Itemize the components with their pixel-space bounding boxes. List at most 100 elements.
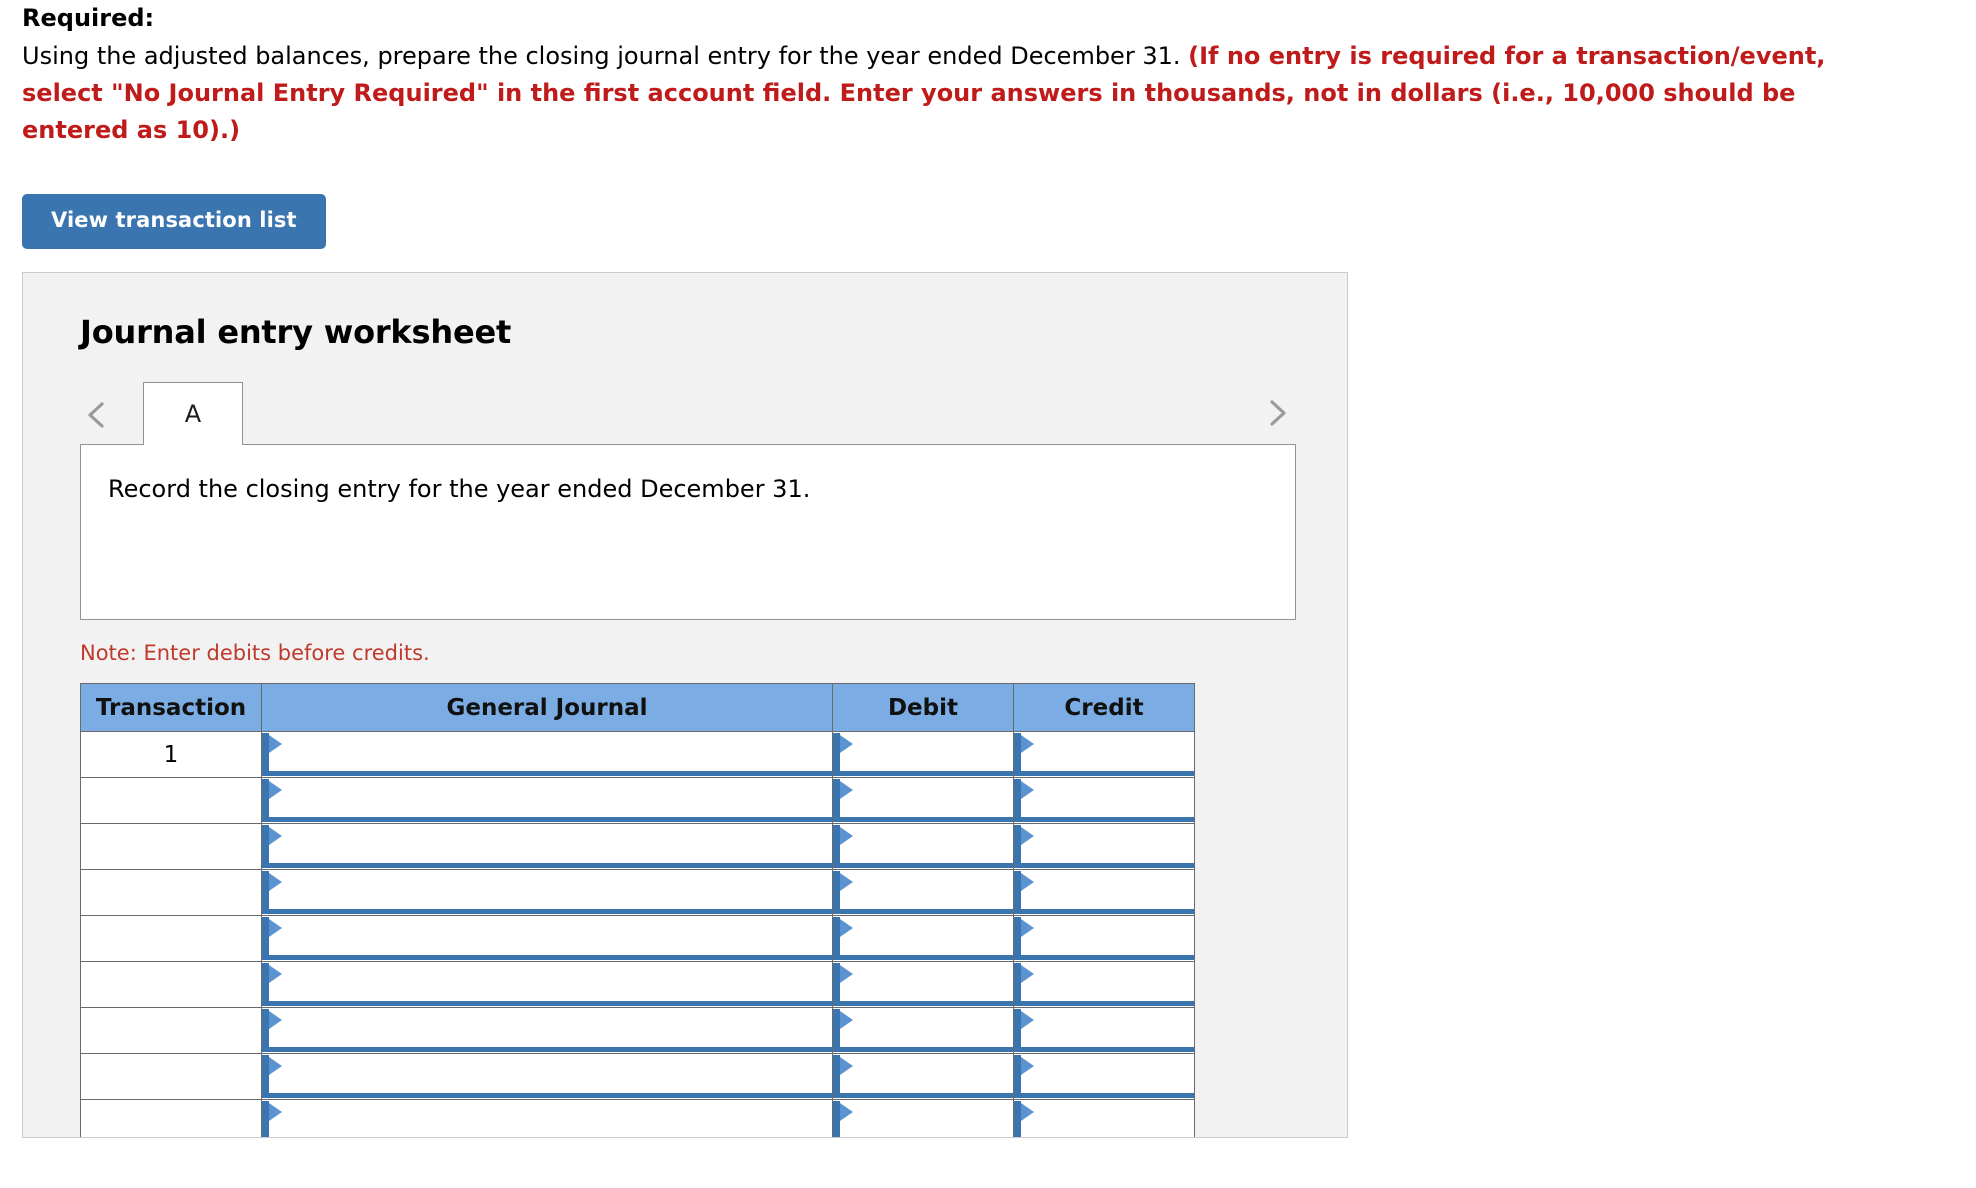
debit-input-value — [840, 825, 1013, 832]
table-row — [80, 869, 1195, 916]
dropdown-caret-icon — [269, 965, 282, 983]
cell-transaction-number — [80, 1007, 262, 1054]
chevron-right-icon[interactable] — [1260, 396, 1294, 430]
credit-input-value — [1021, 1101, 1194, 1108]
dropdown-caret-icon — [269, 1057, 282, 1075]
debit-input[interactable] — [833, 779, 1013, 822]
dropdown-caret-icon — [269, 827, 282, 845]
debit-input[interactable] — [833, 871, 1013, 914]
table-row — [80, 961, 1195, 1008]
credit-input[interactable] — [1014, 733, 1194, 776]
dropdown-caret-icon — [1021, 873, 1034, 891]
account-select[interactable] — [262, 963, 832, 1006]
journal-table-wrapper: Transaction General Journal Debit Credit… — [80, 683, 1195, 1137]
credit-input[interactable] — [1014, 1055, 1194, 1098]
credit-input[interactable] — [1014, 1101, 1194, 1137]
column-header-general-journal: General Journal — [261, 683, 833, 732]
account-select[interactable] — [262, 733, 832, 776]
debit-input-value — [840, 871, 1013, 878]
cell-account-select-container — [261, 869, 833, 916]
credit-input-value — [1021, 917, 1194, 924]
debit-input[interactable] — [833, 733, 1013, 776]
prompt-body-black: Using the adjusted balances, prepare the… — [22, 42, 1181, 70]
journal-table-header-row: Transaction General Journal Debit Credit — [80, 683, 1195, 732]
account-select-value — [269, 779, 832, 786]
account-select-value — [269, 871, 832, 878]
debit-input[interactable] — [833, 917, 1013, 960]
dropdown-caret-icon — [1021, 827, 1034, 845]
dropdown-caret-icon — [1021, 781, 1034, 799]
dropdown-caret-icon — [840, 827, 853, 845]
cell-credit-input-container — [1013, 1053, 1195, 1100]
dropdown-caret-icon — [840, 735, 853, 753]
cell-account-select-container — [261, 1099, 833, 1137]
column-header-credit: Credit — [1013, 683, 1195, 732]
credit-input[interactable] — [1014, 871, 1194, 914]
journal-entry-table: Transaction General Journal Debit Credit… — [80, 683, 1195, 1137]
debit-input[interactable] — [833, 825, 1013, 868]
account-select[interactable] — [262, 917, 832, 960]
dropdown-caret-icon — [1021, 919, 1034, 937]
account-select-value — [269, 825, 832, 832]
credit-input[interactable] — [1014, 779, 1194, 822]
dropdown-caret-icon — [840, 1103, 853, 1121]
dropdown-caret-icon — [1021, 965, 1034, 983]
table-row — [80, 823, 1195, 870]
credit-input-value — [1021, 733, 1194, 740]
cell-credit-input-container — [1013, 777, 1195, 824]
dropdown-caret-icon — [840, 1057, 853, 1075]
dropdown-caret-icon — [840, 965, 853, 983]
credit-input-value — [1021, 779, 1194, 786]
debit-input[interactable] — [833, 1055, 1013, 1098]
worksheet-tabstrip: A — [80, 382, 1296, 445]
account-select[interactable] — [262, 871, 832, 914]
debit-input-value — [840, 963, 1013, 970]
prompt-body: Using the adjusted balances, prepare the… — [22, 36, 1902, 149]
account-select-value — [269, 963, 832, 970]
debit-input[interactable] — [833, 1101, 1013, 1137]
credit-input-value — [1021, 825, 1194, 832]
debit-input-value — [840, 779, 1013, 786]
dropdown-caret-icon — [269, 919, 282, 937]
debit-input-value — [840, 1101, 1013, 1108]
cell-account-select-container — [261, 777, 833, 824]
debit-input[interactable] — [833, 963, 1013, 1006]
account-select[interactable] — [262, 1101, 832, 1137]
credit-input[interactable] — [1014, 963, 1194, 1006]
account-select[interactable] — [262, 825, 832, 868]
dropdown-caret-icon — [269, 873, 282, 891]
cell-account-select-container — [261, 1053, 833, 1100]
cell-credit-input-container — [1013, 915, 1195, 962]
cell-credit-input-container — [1013, 869, 1195, 916]
dropdown-caret-icon — [840, 781, 853, 799]
cell-account-select-container — [261, 961, 833, 1008]
account-select[interactable] — [262, 779, 832, 822]
dropdown-caret-icon — [269, 1103, 282, 1121]
tab-a[interactable]: A — [143, 382, 243, 445]
account-select[interactable] — [262, 1009, 832, 1052]
table-row — [80, 915, 1195, 962]
credit-input[interactable] — [1014, 917, 1194, 960]
credit-input-value — [1021, 1009, 1194, 1016]
journal-table-head: Transaction General Journal Debit Credit — [80, 683, 1195, 732]
cell-transaction-number — [80, 869, 262, 916]
worksheet-title: Journal entry worksheet — [80, 313, 512, 351]
cell-transaction-number — [80, 961, 262, 1008]
dropdown-caret-icon — [840, 873, 853, 891]
cell-transaction-number — [80, 1099, 262, 1137]
tab-a-label: A — [184, 400, 202, 428]
credit-input[interactable] — [1014, 1009, 1194, 1052]
debit-input[interactable] — [833, 1009, 1013, 1052]
chevron-left-icon[interactable] — [80, 398, 114, 432]
dropdown-caret-icon — [1021, 1057, 1034, 1075]
view-transaction-list-button[interactable]: View transaction list — [22, 194, 326, 249]
dropdown-caret-icon — [1021, 735, 1034, 753]
credit-input-value — [1021, 963, 1194, 970]
cell-debit-input-container — [832, 1099, 1014, 1137]
account-select-value — [269, 733, 832, 740]
journal-table-body: 1 — [80, 731, 1195, 1137]
dropdown-caret-icon — [269, 781, 282, 799]
cell-debit-input-container — [832, 915, 1014, 962]
credit-input[interactable] — [1014, 825, 1194, 868]
account-select[interactable] — [262, 1055, 832, 1098]
